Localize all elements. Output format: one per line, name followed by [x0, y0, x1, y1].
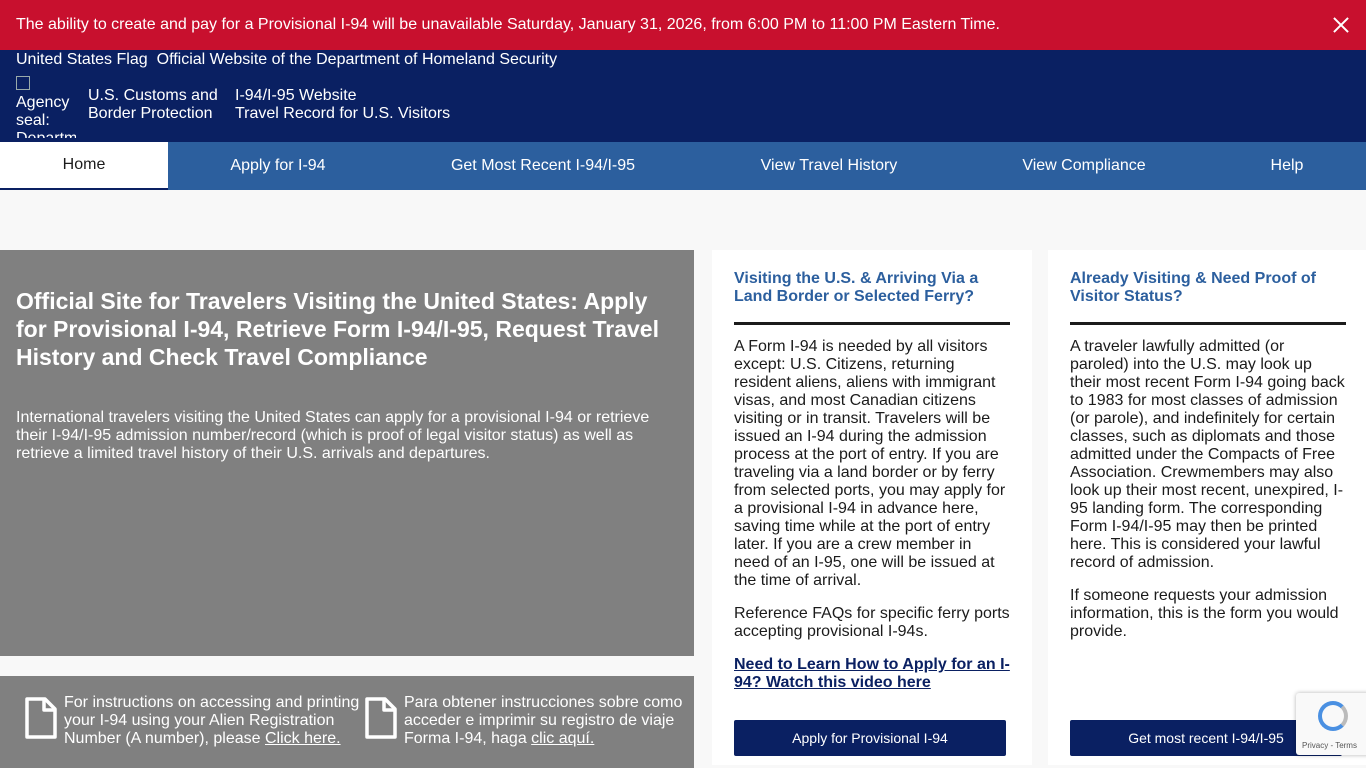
- nav-get-most-recent[interactable]: Get Most Recent I-94/I-95: [388, 142, 698, 190]
- instructions-panel: For instructions on accessing and printi…: [0, 676, 694, 768]
- agency-name[interactable]: U.S. Customs and Border Protection: [88, 87, 218, 123]
- land-border-card: Visiting the U.S. & Arriving Via a Land …: [712, 250, 1032, 765]
- proof-card-title: Already Visiting & Need Proof of Visitor…: [1070, 270, 1316, 305]
- hero-description: International travelers visiting the Uni…: [16, 409, 650, 462]
- recaptcha-badge[interactable]: Privacy - Terms: [1296, 693, 1366, 755]
- proof-card-body: A traveler lawfully admitted (or paroled…: [1070, 338, 1345, 571]
- broken-image-icon: [16, 76, 30, 90]
- watch-video-link[interactable]: Need to Learn How to Apply for an I-94? …: [734, 656, 1010, 692]
- instructions-english-text: For instructions on accessing and printi…: [64, 694, 364, 768]
- seal-alt-text: Agency seal: Department: [16, 94, 76, 138]
- alert-message: The ability to create and pay for a Prov…: [16, 16, 1000, 33]
- main-nav: Home Apply for I-94 Get Most Recent I-94…: [0, 142, 1366, 190]
- official-website-text: Official Website of the Department of Ho…: [156, 51, 558, 68]
- land-border-card-body: A Form I-94 is needed by all visitors ex…: [734, 338, 1006, 589]
- nav-help[interactable]: Help: [1208, 142, 1366, 190]
- click-here-link[interactable]: Click here.: [265, 730, 341, 747]
- ferry-faq-text: Reference FAQs for specific ferry ports …: [734, 605, 1010, 640]
- site-name[interactable]: I-94/I-95 Website Travel Record for U.S.…: [235, 87, 450, 123]
- apply-provisional-i94-button[interactable]: Apply for Provisional I-94: [734, 720, 1006, 756]
- instructions-spanish: Para obtener instrucciones sobre como ac…: [364, 694, 704, 768]
- instructions-spanish-text: Para obtener instrucciones sobre como ac…: [404, 694, 704, 768]
- site-name-line2: Travel Record for U.S. Visitors: [235, 105, 451, 122]
- document-icon: [365, 697, 397, 739]
- clic-aqui-link[interactable]: clic aquí.: [531, 730, 594, 747]
- agency-name-line2: Border Protection: [88, 105, 213, 122]
- card-divider: [734, 322, 1010, 325]
- site-header: United States Flag Official Website of t…: [0, 50, 1366, 142]
- maintenance-alert-banner: The ability to create and pay for a Prov…: [0, 0, 1366, 50]
- hero-title: Official Site for Travelers Visiting the…: [16, 288, 659, 370]
- card-divider: [1070, 322, 1346, 325]
- land-border-card-title: Visiting the U.S. & Arriving Via a Land …: [734, 270, 979, 305]
- close-icon[interactable]: [1328, 12, 1354, 38]
- hero-panel: Official Site for Travelers Visiting the…: [0, 250, 694, 656]
- agency-name-line1: U.S. Customs and: [88, 87, 218, 104]
- proof-of-status-card: Already Visiting & Need Proof of Visitor…: [1048, 250, 1366, 765]
- site-name-line1: I-94/I-95 Website: [235, 87, 357, 104]
- recaptcha-terms[interactable]: Privacy - Terms: [1302, 741, 1357, 750]
- nav-home[interactable]: Home: [0, 142, 168, 190]
- nav-apply-i94[interactable]: Apply for I-94: [168, 142, 388, 190]
- nav-view-travel-history[interactable]: View Travel History: [698, 142, 960, 190]
- recaptcha-icon: [1318, 701, 1348, 731]
- nav-view-compliance[interactable]: View Compliance: [960, 142, 1208, 190]
- document-icon: [25, 697, 57, 739]
- proof-card-extra: If someone requests your admission infor…: [1070, 587, 1339, 640]
- us-flag-image: United States Flag: [16, 51, 148, 68]
- agency-seal-image[interactable]: Agency seal: Department: [16, 76, 76, 138]
- instructions-english: For instructions on accessing and printi…: [24, 694, 364, 768]
- official-banner: United States Flag Official Website of t…: [16, 51, 557, 69]
